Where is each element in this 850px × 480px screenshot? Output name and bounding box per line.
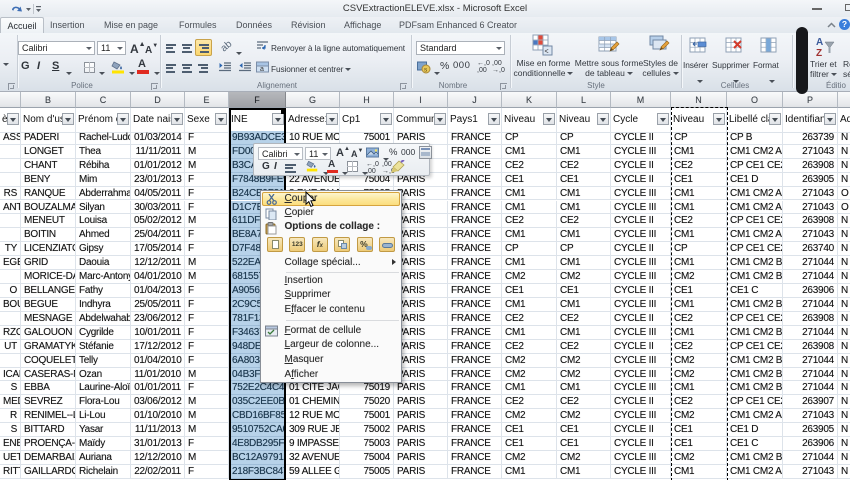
svg-text:<: < bbox=[545, 49, 549, 56]
svg-text:a: a bbox=[260, 66, 264, 73]
svg-text:A: A bbox=[816, 37, 823, 48]
svg-text:Z: Z bbox=[816, 48, 822, 59]
